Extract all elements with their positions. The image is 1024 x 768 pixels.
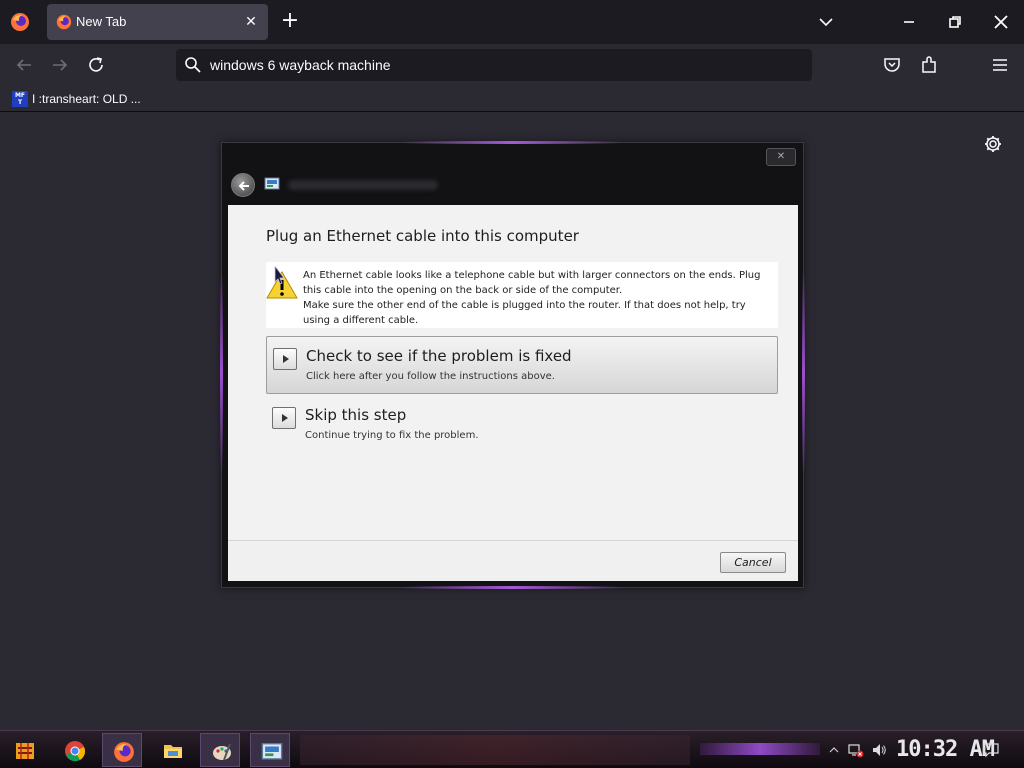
gear-icon[interactable] [983,134,1003,154]
taskbar-clock[interactable]: 10:32 AM [896,737,995,762]
taskbar-troubleshooter[interactable] [250,733,290,767]
dialog-close-button[interactable]: ✕ [766,148,796,166]
taskbar-chrome[interactable] [54,733,94,767]
info-panel: An Ethernet cable looks like a telephone… [266,262,778,328]
option-title: Check to see if the problem is fixed [306,347,572,365]
notification-icon[interactable] [983,742,999,758]
file-explorer-icon [164,745,182,758]
minimize-icon[interactable] [897,10,921,34]
option-title: Skip this step [305,406,407,424]
bookmarks-toolbar: MF T I :transheart: OLD ... [0,86,1024,112]
forward-icon[interactable] [49,54,71,76]
option-subtitle: Continue trying to fix the problem. [305,430,479,441]
extensions-icon[interactable] [918,54,940,76]
option-subtitle: Click here after you follow the instruct… [306,371,555,382]
bookmark-icon: MF T [12,91,28,107]
chevron-down-icon[interactable] [816,12,836,32]
dialog-back-button[interactable] [231,173,255,197]
paint-icon [213,743,231,761]
play-arrow-icon [283,355,289,363]
cancel-button[interactable]: Cancel [720,552,786,573]
troubleshooter-icon [264,177,280,190]
firefox-icon[interactable] [10,12,30,32]
volume-icon[interactable] [871,742,887,758]
taskbar-file-explorer[interactable] [152,733,192,767]
troubleshooter-icon [261,743,283,760]
glow-decoration [402,586,622,589]
page-content: ✕ Plug an Ethernet cable into this compu… [0,113,1024,730]
tab-title: New Tab [76,14,127,29]
plus-icon[interactable]: + [279,10,301,33]
firefox-icon [114,742,134,762]
taskbar: 10:32 AM [0,730,1024,768]
bookmark-item[interactable]: MF T I :transheart: OLD ... [12,89,141,109]
taskbar-firefox[interactable] [102,733,142,767]
tab-new-tab[interactable]: New Tab ✕ [47,4,268,40]
menu-icon[interactable] [989,54,1011,76]
taskbar-decoration [700,743,820,755]
chevron-up-icon[interactable] [826,742,842,758]
check-problem-fixed-option[interactable]: Check to see if the problem is fixed Cli… [266,336,778,394]
firefox-icon [56,14,72,30]
close-icon[interactable]: ✕ [242,13,260,31]
play-arrow-icon [282,414,288,422]
reload-icon[interactable] [85,54,107,76]
chrome-icon [65,741,85,762]
tab-strip: New Tab ✕ + [0,0,1024,44]
option-arrow-button [272,407,296,429]
glow-decoration [220,273,223,473]
pocket-icon[interactable] [881,54,903,76]
url-bar[interactable]: windows 6 wayback machine [176,49,812,81]
network-icon[interactable] [848,742,864,758]
dialog-body: Plug an Ethernet cable into this compute… [228,205,798,540]
bookmark-label: I :transheart: OLD ... [32,92,141,106]
glow-decoration [402,141,622,144]
skip-step-option[interactable]: Skip this step Continue trying to fix th… [266,402,778,452]
dialog-heading: Plug an Ethernet cable into this compute… [266,227,579,245]
close-icon[interactable] [989,10,1013,34]
start-button[interactable] [4,733,44,767]
troubleshooter-dialog: ✕ Plug an Ethernet cable into this compu… [220,141,805,589]
back-icon[interactable] [13,54,35,76]
warning-icon [266,266,298,299]
restore-icon[interactable] [943,10,967,34]
dialog-title-blurred [288,180,438,190]
start-icon [16,743,34,759]
dialog-footer: Cancel [228,540,798,581]
nav-bar: windows 6 wayback machine [0,44,1024,86]
option-arrow-button [273,348,297,370]
info-text: An Ethernet cable looks like a telephone… [303,270,761,326]
taskbar-decoration [300,735,690,765]
url-text: windows 6 wayback machine [210,57,391,73]
taskbar-paint[interactable] [200,733,240,767]
search-icon [185,57,201,73]
back-icon [238,181,249,191]
glow-decoration [802,273,805,473]
